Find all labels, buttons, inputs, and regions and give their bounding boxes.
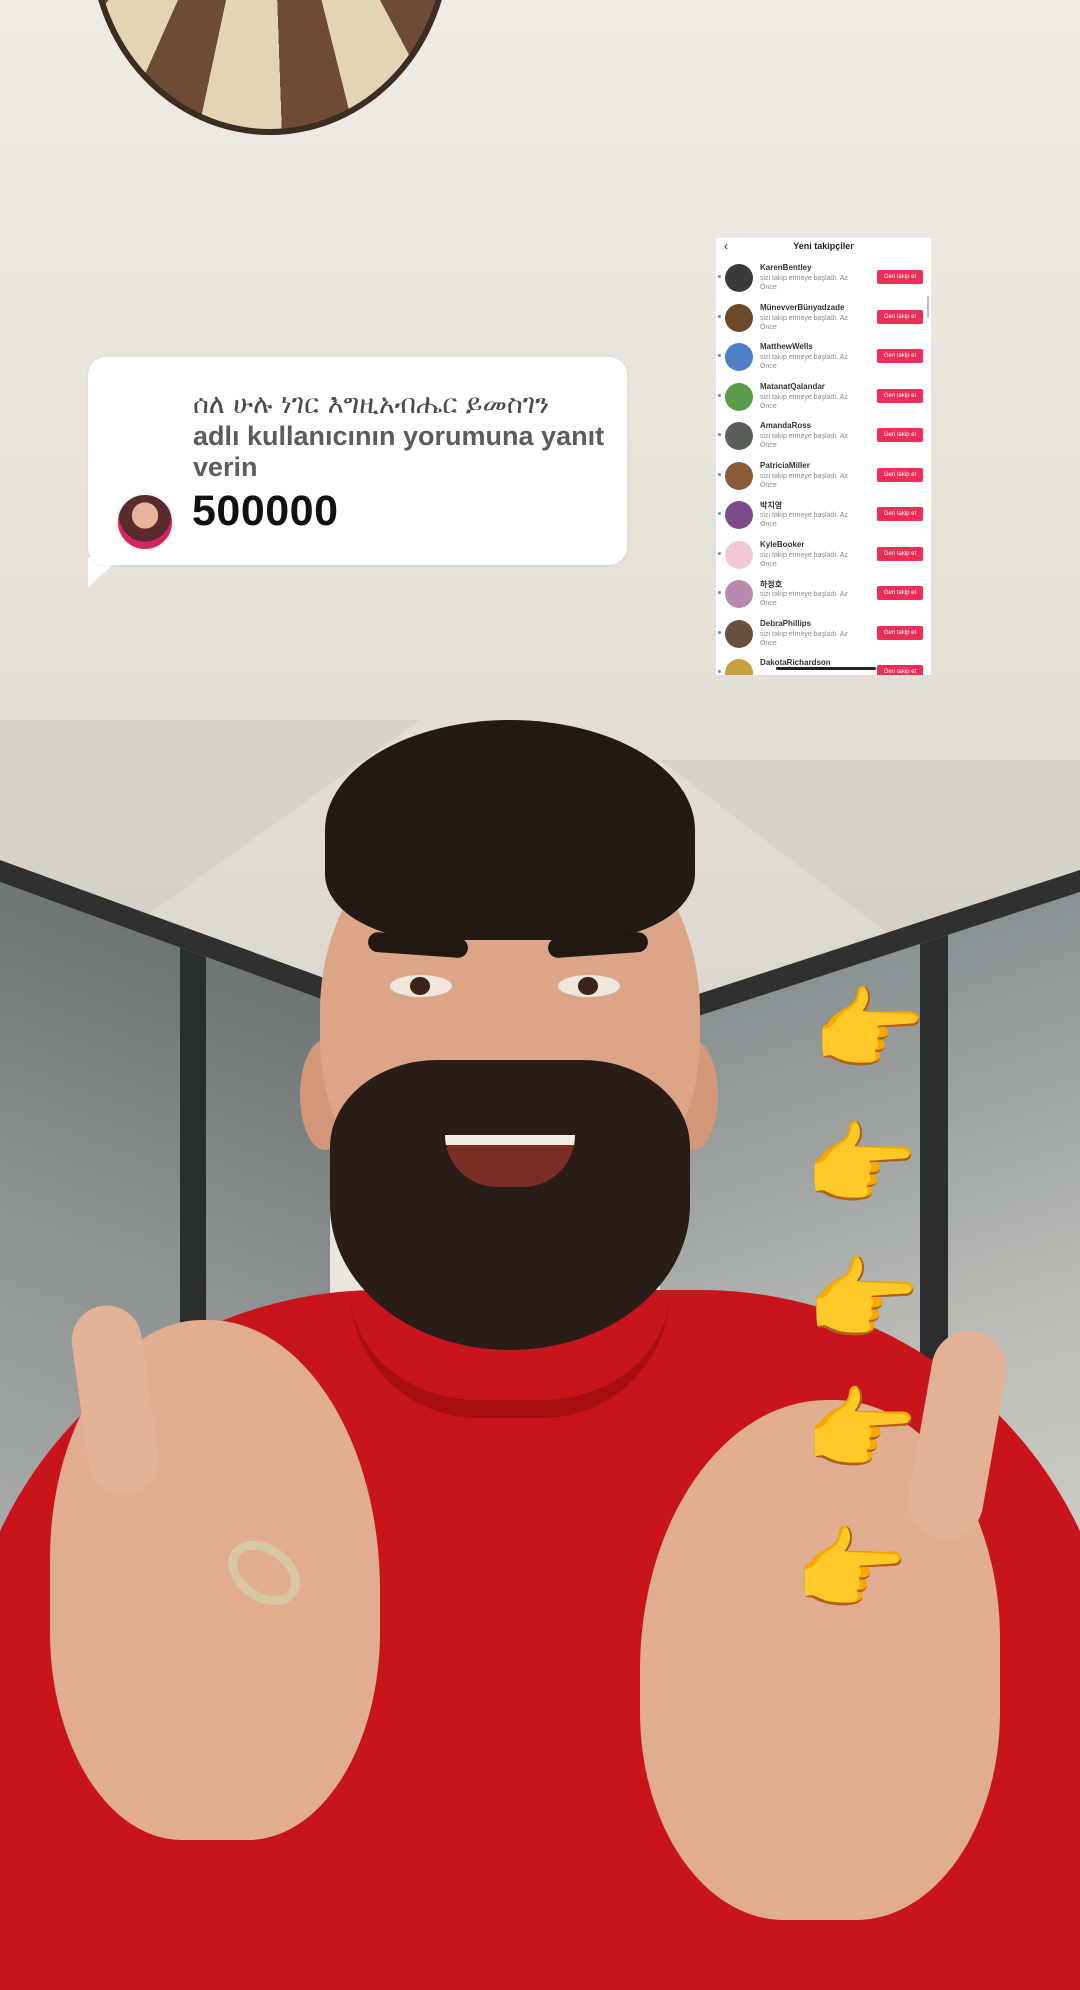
beard [330, 1060, 690, 1350]
follow-back-button[interactable]: Geri takip et [877, 507, 923, 521]
follower-avatar[interactable] [725, 540, 753, 569]
comment-reply-bubble[interactable]: ሰለ ሁሉ ነገር እግዚአብሔር ይመስገን adlı kullanıcını… [88, 357, 627, 565]
follower-name[interactable]: PatriciaMiller [760, 461, 810, 470]
pointing-hand-icon: 👉 [804, 1377, 919, 1484]
follower-avatar[interactable] [725, 461, 753, 490]
unread-dot [718, 314, 721, 318]
unread-dot [718, 670, 721, 673]
follower-avatar[interactable] [725, 343, 753, 371]
pointing-hand-icon: 👉 [806, 1247, 921, 1354]
follower-row[interactable]: DebraPhillips sizi takip etmeye başladı. … [716, 616, 931, 652]
follow-back-button[interactable]: Geri takip et [877, 625, 923, 640]
follow-back-button[interactable]: Geri takip et [877, 665, 923, 675]
new-followers-panel: ‹ Yeni takipçiler KarenBentley sizi takip… [716, 238, 931, 675]
follow-back-button[interactable]: Geri takip et [877, 349, 923, 363]
follower-name[interactable]: MünevverBünyadzade [760, 303, 844, 312]
follow-back-button[interactable]: Geri takip et [877, 546, 923, 561]
follower-subtitle: sizi takip etmeye başladı. Az Önce [760, 314, 848, 331]
follower-name[interactable]: DebraPhillips [760, 619, 811, 628]
follower-row[interactable]: 하정호 sizi takip etmeye başladı. Az Önce Ger… [716, 576, 931, 612]
hair [325, 720, 695, 940]
comment-text: 500000 [192, 487, 339, 535]
follower-name[interactable]: KyleBooker [760, 540, 804, 549]
follower-subtitle: sizi takip etmeye başladı. Az Önce [760, 275, 848, 291]
unread-dot [718, 630, 721, 634]
follower-row[interactable]: AmandaRoss sizi takip etmeye başladı. Az … [716, 418, 931, 454]
follower-subtitle: sizi takip etmeye başladı. Az Önce [760, 551, 848, 568]
follower-name[interactable]: AmandaRoss [760, 421, 811, 430]
unread-dot [718, 354, 721, 357]
followers-title: Yeni takipçiler [793, 241, 854, 251]
follower-name[interactable]: 하정호 [760, 579, 782, 590]
follow-back-button[interactable]: Geri takip et [877, 309, 923, 324]
follower-subtitle: sizi takip etmeye başladı. Az Önce [760, 591, 848, 607]
follower-row[interactable]: MünevverBünyadzade sizi takip etmeye başl… [716, 300, 931, 336]
commenter-username: ሰለ ሁሉ ነገር እግዚአብሔር ይመስገን [193, 389, 550, 420]
follower-row[interactable]: KyleBooker sizi takip etmeye başladı. Az … [716, 537, 931, 573]
follow-back-button[interactable]: Geri takip et [877, 586, 923, 600]
unread-dot [718, 393, 721, 397]
follower-subtitle: sizi takip etmeye başladı. Az Önce [760, 512, 848, 528]
follower-subtitle: sizi takip etmeye başladı. Az Önce [760, 433, 848, 449]
eye-right [558, 975, 620, 997]
follower-row[interactable]: PatriciaMiller sizi takip etmeye başladı.… [716, 458, 931, 494]
follower-row[interactable]: DakotaRichardson Geri takip et [716, 655, 931, 675]
follower-avatar[interactable] [725, 382, 753, 411]
follower-subtitle: sizi takip etmeye başladı. Az Önce [760, 630, 848, 647]
unread-dot [718, 433, 721, 436]
home-indicator [776, 667, 876, 670]
unread-dot [718, 275, 721, 278]
follower-subtitle: sizi takip etmeye başladı. Az Önce [760, 393, 848, 410]
follower-avatar[interactable] [725, 659, 753, 675]
follower-avatar[interactable] [725, 501, 753, 529]
follower-name[interactable]: 박지영 [760, 500, 782, 511]
follower-avatar[interactable] [725, 580, 753, 608]
unread-dot [718, 512, 721, 515]
unread-dot [718, 472, 721, 476]
follow-back-button[interactable]: Geri takip et [877, 270, 923, 284]
follower-avatar[interactable] [725, 264, 753, 292]
follower-avatar[interactable] [725, 619, 753, 648]
follow-back-button[interactable]: Geri takip et [877, 388, 923, 403]
follower-name[interactable]: MatanatQalandar [760, 382, 825, 391]
follow-back-button[interactable]: Geri takip et [877, 467, 923, 482]
follower-name[interactable]: KarenBentley [760, 263, 812, 272]
follower-name[interactable]: MatthewWells [760, 342, 813, 351]
pointing-hand-icon: 👉 [812, 977, 927, 1084]
unread-dot [718, 591, 721, 594]
follower-row[interactable]: KarenBentley sizi takip etmeye başladı. A… [716, 260, 931, 296]
follower-name[interactable]: DakotaRichardson [760, 658, 831, 667]
follower-subtitle: sizi takip etmeye başladı. Az Önce [760, 354, 848, 370]
pointing-hand-icon: 👉 [794, 1517, 909, 1624]
commenter-avatar [116, 493, 174, 551]
unread-dot [718, 551, 721, 555]
follower-row[interactable]: MatanatQalandar sizi takip etmeye başladı… [716, 379, 931, 415]
follower-avatar[interactable] [725, 303, 753, 332]
pointing-hand-icon: 👉 [804, 1112, 919, 1219]
eye-left [390, 975, 452, 997]
follower-row[interactable]: MatthewWells sizi takip etmeye başladı. A… [716, 339, 931, 375]
follower-subtitle: sizi takip etmeye başladı. Az Önce [760, 472, 848, 489]
follower-row[interactable]: 박지영 sizi takip etmeye başladı. Az Önce Ger… [716, 497, 931, 533]
followers-header: ‹ Yeni takipçiler [716, 238, 931, 256]
follow-back-button[interactable]: Geri takip et [877, 428, 923, 442]
follower-avatar[interactable] [725, 422, 753, 450]
reply-label: adlı kullanıcının yorumuna yanıt verin [193, 421, 605, 482]
